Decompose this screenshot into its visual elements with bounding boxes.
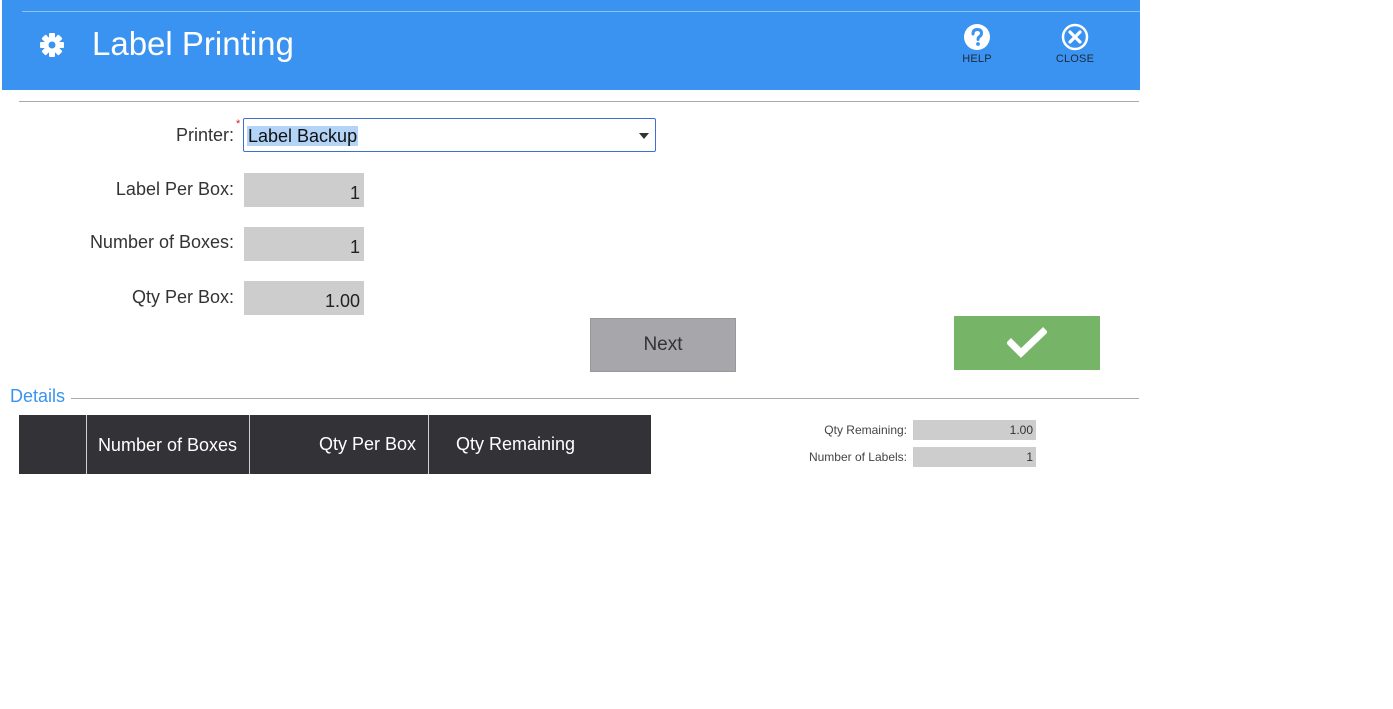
help-label: HELP [962, 53, 992, 65]
title-bar: Label Printing HELP CLOSE [2, 0, 1140, 90]
close-button[interactable]: CLOSE [1045, 23, 1105, 65]
required-marker: * [236, 118, 241, 130]
number-of-labels-label: Number of Labels: [808, 450, 907, 464]
chevron-down-icon [639, 133, 649, 139]
header-divider [19, 101, 1139, 102]
help-icon [947, 23, 1007, 51]
printer-select[interactable]: Label Backup [243, 118, 656, 152]
title-bar-divider [22, 11, 1140, 12]
number-of-boxes-label: Number of Boxes: [89, 232, 234, 252]
column-header-qty-per-box[interactable]: Qty Per Box [250, 415, 429, 474]
label-per-box-label: Label Per Box: [115, 179, 234, 199]
details-section-title: Details [10, 386, 66, 406]
qty-per-box-field[interactable]: 1.00 [244, 281, 364, 315]
next-button[interactable]: Next [590, 318, 736, 372]
details-divider [71, 398, 1139, 399]
number-of-boxes-field[interactable]: 1 [244, 227, 364, 261]
column-header-number-of-boxes[interactable]: Number of Boxes [87, 415, 250, 474]
number-of-labels-value: 1 [913, 447, 1036, 467]
gear-icon[interactable] [38, 31, 66, 59]
label-per-box-field[interactable]: 1 [244, 173, 364, 207]
help-button[interactable]: HELP [947, 23, 1007, 65]
details-table-header: Number of Boxes Qty Per Box Qty Remainin… [19, 415, 651, 474]
printer-label: Printer: [175, 125, 234, 145]
qty-per-box-label: Qty Per Box: [131, 287, 234, 307]
page-title: Label Printing [92, 25, 294, 62]
column-header-select[interactable] [19, 415, 87, 474]
printer-select-value: Label Backup [247, 126, 359, 146]
confirm-button[interactable] [954, 316, 1100, 370]
qty-remaining-value: 1.00 [913, 420, 1036, 440]
column-header-qty-remaining[interactable]: Qty Remaining [429, 415, 651, 474]
close-label: CLOSE [1055, 53, 1095, 65]
close-icon [1045, 23, 1105, 51]
qty-remaining-label: Qty Remaining: [824, 423, 907, 437]
